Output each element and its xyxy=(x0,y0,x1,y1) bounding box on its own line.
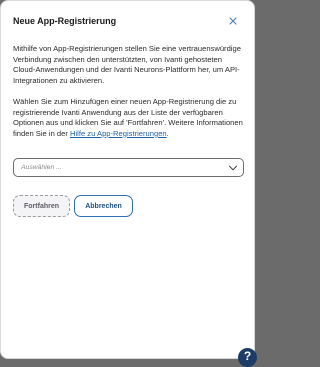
dialog-title: Neue App-Registrierung xyxy=(13,16,117,26)
cancel-button[interactable]: Abbrechen xyxy=(74,195,133,217)
instructions-text: Wählen Sie zum Hinzufügen einer neuen Ap… xyxy=(13,97,243,139)
chevron-down-icon xyxy=(229,165,237,171)
help-link[interactable]: Hilfe zu App-Registrierungen xyxy=(70,129,167,138)
continue-button[interactable]: Fortfahren xyxy=(13,195,70,217)
dialog-header: Neue App-Registrierung xyxy=(13,12,242,30)
help-button[interactable]: ? xyxy=(238,348,257,367)
app-registration-dialog: Neue App-Registrierung Mithilfe von App-… xyxy=(0,0,255,359)
app-select[interactable]: Auswählen ... xyxy=(13,158,244,177)
select-placeholder: Auswählen ... xyxy=(21,164,62,171)
intro-text: Mithilfe von App-Registrierungen stellen… xyxy=(13,44,241,85)
close-button[interactable] xyxy=(226,14,240,28)
close-icon xyxy=(229,17,237,25)
instructions-end: . xyxy=(166,128,169,138)
